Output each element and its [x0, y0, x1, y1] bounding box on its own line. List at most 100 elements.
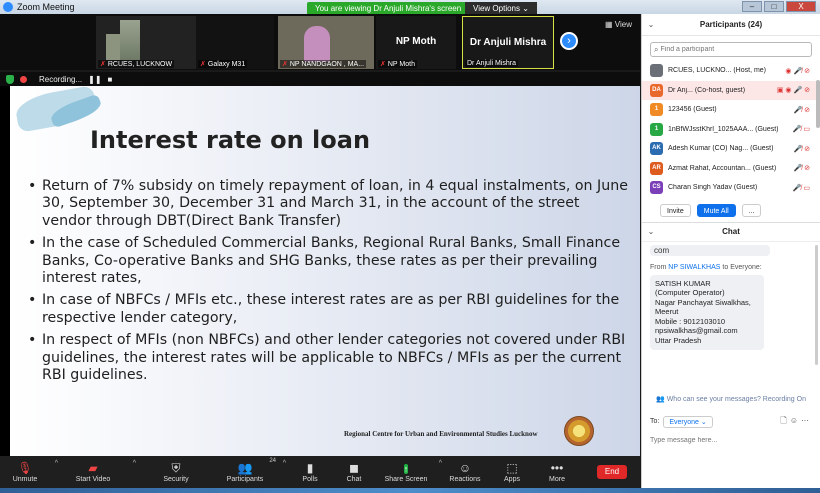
- chat-bubble-icon: ◼: [349, 461, 359, 475]
- participant-name: Charan Singh Yadav (Guest): [668, 184, 758, 192]
- polls-button[interactable]: ▮ Polls: [288, 456, 332, 488]
- video-tile[interactable]: ✗ NP NANDGAON , MA...: [278, 16, 374, 69]
- more-button[interactable]: ••• More: [534, 456, 580, 488]
- slide-bullet: In the case of Scheduled Commercial Bank…: [28, 235, 628, 287]
- participant-status-icons: 🎤̸ ▭: [792, 184, 810, 192]
- institute-emblem-icon: [564, 416, 594, 446]
- chat-recipient-row: To: Everyone ⌄ 🗋☺⋯: [642, 407, 820, 429]
- participant-search-input[interactable]: [660, 46, 801, 53]
- video-tile[interactable]: ✗ Galaxy M31: [196, 16, 274, 69]
- chat-message-tail: com: [650, 244, 770, 256]
- apps-icon: ⬚: [506, 461, 518, 475]
- emoji-icon[interactable]: ☺: [790, 416, 801, 425]
- participant-row[interactable]: DA Dr Anj... (Co-host, guest) ▣ ◉ 🎤 ⊘: [642, 80, 820, 100]
- chat-privacy-note[interactable]: 👥 Who can see your messages? Recording O…: [642, 393, 820, 407]
- participant-name: Adesh Kumar (CO) Nag... (Guest): [668, 145, 774, 153]
- muted-mic-icon: 🎙: [17, 461, 33, 475]
- start-video-button[interactable]: ▰ Start Video ^: [58, 456, 136, 488]
- chat-header: ⌄ Chat: [642, 221, 820, 242]
- view-button[interactable]: ▦ View: [605, 20, 632, 29]
- chat-title: Chat: [722, 227, 740, 236]
- participant-status-icons: ▣ ◉ 🎤 ⊘: [776, 87, 810, 95]
- participant-row[interactable]: 1 123456 (Guest) 🎤̸ ⊘: [642, 100, 820, 120]
- avatar: AR: [650, 161, 663, 175]
- participant-row[interactable]: CS Charan Singh Yadav (Guest) 🎤̸ ▭: [642, 178, 820, 198]
- smiley-icon: ☺: [458, 461, 472, 475]
- video-tile-active-speaker[interactable]: Dr Anjuli Mishra Dr Anjuli Mishra: [462, 16, 554, 69]
- maximize-button[interactable]: □: [764, 1, 784, 12]
- participants-scrollbar[interactable]: [816, 80, 820, 128]
- shield-icon: [6, 74, 14, 84]
- slide-bullet: In case of NBFCs / MFIs etc., these inte…: [28, 292, 628, 327]
- chevron-up-icon[interactable]: ^: [133, 460, 136, 467]
- minimize-button[interactable]: –: [742, 1, 762, 12]
- avatar: 1: [650, 122, 663, 136]
- recording-label: Recording...: [39, 74, 83, 84]
- apps-button[interactable]: ⬚ Apps: [490, 456, 534, 488]
- participant-row[interactable]: RCUES, LUCKNO... (Host, me) ◉ 🎤̸ ⊘: [642, 61, 820, 81]
- video-strip: ✗ RCUES, LUCKNOW ✗ Galaxy M31 ✗ NP NANDGAON…: [0, 14, 640, 70]
- close-button[interactable]: X: [786, 1, 816, 12]
- chat-message-input[interactable]: [650, 436, 810, 444]
- to-label: To:: [650, 418, 660, 425]
- muted-mic-icon: ✗: [200, 61, 206, 68]
- chat-sender-line: From NP SIWALKHAS to Everyone:: [650, 263, 762, 271]
- share-screen-button[interactable]: ↑ Share Screen ^: [378, 456, 442, 488]
- meeting-toolbar: 🎙 Unmute ^ ▰ Start Video ^ ⛨ Security 👥 …: [0, 456, 640, 488]
- tile-big-name: NP Moth: [395, 36, 437, 47]
- participant-row[interactable]: 1 1nBfWJsstKhrl_1025AAA... (Guest) 🎤̸ ▭: [642, 120, 820, 140]
- chat-button[interactable]: ◼ Chat: [332, 456, 376, 488]
- avatar: 1: [650, 103, 663, 117]
- chat-sender[interactable]: NP SIWALKHAS: [668, 264, 720, 271]
- polls-icon: ▮: [306, 461, 314, 475]
- side-panel: ⌄ Participants (24) ⌕ RCUES, LUCKNO... (…: [641, 14, 820, 488]
- reactions-button[interactable]: ☺ Reactions: [440, 456, 490, 488]
- video-tile[interactable]: NP Moth ✗ NP Moth: [376, 16, 456, 69]
- invite-button[interactable]: Invite: [660, 203, 691, 217]
- chat-message: SATISH KUMAR (Computer Operator) Nagar P…: [650, 274, 764, 350]
- video-tile[interactable]: ✗ RCUES, LUCKNOW: [96, 16, 202, 69]
- more-options-button[interactable]: ...: [741, 203, 762, 217]
- tile-name: ✗ RCUES, LUCKNOW: [98, 60, 175, 68]
- participant-status-icons: 🎤̸ ▭: [792, 126, 810, 134]
- pause-recording-button[interactable]: ❚❚: [88, 75, 101, 84]
- recording-bar: Recording... ❚❚ ■: [0, 72, 640, 86]
- search-icon: ⌕: [654, 44, 659, 54]
- participant-row[interactable]: AK Adesh Kumar (CO) Nag... (Guest) 🎤̸ ⊘: [642, 139, 820, 159]
- ellipsis-icon: •••: [550, 461, 564, 475]
- chevron-down-icon[interactable]: ⌄: [642, 227, 660, 236]
- mute-all-button[interactable]: Mute All: [696, 203, 736, 217]
- window-title: Zoom Meeting: [17, 2, 75, 12]
- participant-name: 1nBfWJsstKhrl_1025AAA... (Guest): [668, 125, 779, 133]
- unmute-button[interactable]: 🎙 Unmute ^: [0, 456, 58, 488]
- participants-icon: 👥: [237, 461, 253, 475]
- participants-header: ⌄ Participants (24): [642, 14, 820, 36]
- participant-name: RCUES, LUCKNO... (Host, me): [668, 67, 767, 75]
- chat-scrollbar[interactable]: [815, 244, 818, 365]
- file-icon[interactable]: 🗋: [780, 416, 789, 425]
- participant-status-icons: 🎤̸ ⊘: [793, 165, 810, 173]
- next-page-icon[interactable]: ›: [560, 32, 578, 50]
- participants-button[interactable]: 👥 24 Participants ^: [212, 456, 286, 488]
- participant-status-icons: 🎤̸ ⊘: [793, 106, 810, 114]
- participants-count: 24: [269, 458, 276, 464]
- shared-screen-slide: Interest rate on loan Return of 7% subsi…: [10, 86, 640, 456]
- chevron-down-icon[interactable]: ⌄: [642, 20, 660, 29]
- people-icon: 👥: [656, 395, 665, 403]
- ellipsis-icon[interactable]: ⋯: [801, 416, 812, 425]
- security-button[interactable]: ⛨ Security: [148, 456, 204, 488]
- participant-name: Azmat Rahat, Accountan... (Guest): [668, 164, 777, 172]
- chevron-up-icon[interactable]: ^: [283, 460, 286, 467]
- chat-tools: 🗋☺⋯: [780, 415, 812, 429]
- window-controls: – □ X: [742, 1, 816, 12]
- participant-status-icons: 🎤̸ ⊘: [793, 145, 810, 153]
- stop-recording-button[interactable]: ■: [108, 75, 113, 84]
- participant-row[interactable]: AR Azmat Rahat, Accountan... (Guest) 🎤̸ …: [642, 159, 820, 179]
- tile-name: ✗ Galaxy M31: [198, 60, 248, 68]
- muted-mic-icon: ✗: [380, 61, 386, 68]
- muted-mic-icon: ✗: [282, 61, 288, 68]
- recipient-dropdown[interactable]: Everyone ⌄: [663, 415, 713, 428]
- zoom-window: Zoom Meeting You are viewing Dr Anjuli M…: [0, 0, 820, 493]
- participant-search[interactable]: ⌕: [650, 42, 812, 57]
- end-meeting-button[interactable]: End: [597, 465, 627, 479]
